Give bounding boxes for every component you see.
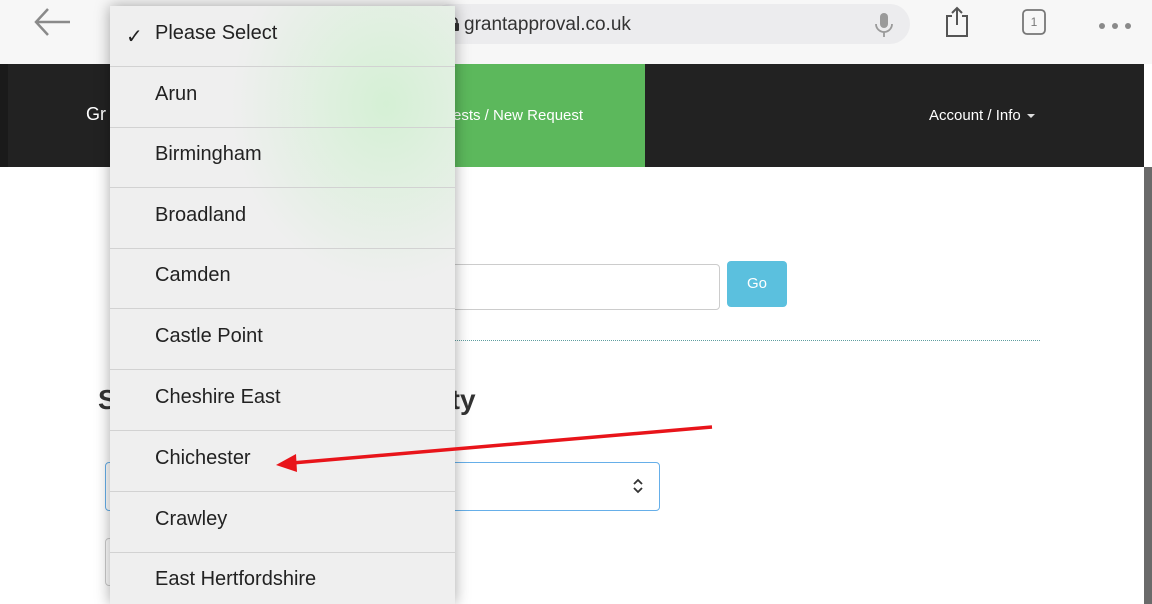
picker-option[interactable]: Birmingham <box>110 127 455 188</box>
authority-picker[interactable]: ✓ Please Select Arun Birmingham Broadlan… <box>110 6 455 604</box>
picker-option-label: Broadland <box>155 204 247 226</box>
picker-option-label: Chichester <box>155 447 251 469</box>
account-menu-label: Account / Info <box>929 107 1021 124</box>
picker-option[interactable]: Castle Point <box>110 309 455 370</box>
nav-item-label: ests / New Request <box>453 107 584 124</box>
search-input[interactable]: c <box>430 264 720 310</box>
picker-option[interactable]: Cheshire East <box>110 370 455 431</box>
picker-option-label: Cheshire East <box>155 386 281 408</box>
tabs-icon[interactable]: 1 <box>1021 8 1047 36</box>
picker-option[interactable]: East Hertfordshire <box>110 552 455 604</box>
picker-option-selected[interactable]: ✓ Please Select <box>110 6 455 67</box>
picker-option-label: Birmingham <box>155 143 262 165</box>
url-text: grantapproval.co.uk <box>464 14 631 35</box>
nav-item-new-request[interactable]: ests / New Request <box>453 64 645 167</box>
brand-name[interactable]: Gr <box>86 104 106 125</box>
picker-option-label: Camden <box>155 264 231 286</box>
picker-option[interactable]: Crawley <box>110 492 455 553</box>
select-chevron-icon <box>632 477 644 495</box>
account-menu[interactable]: Account / Info <box>929 107 1035 124</box>
picker-option-label: Castle Point <box>155 325 263 347</box>
page-edge <box>0 64 8 167</box>
caret-down-icon <box>1026 114 1035 119</box>
picker-option[interactable]: Camden <box>110 248 455 309</box>
divider <box>448 340 1040 341</box>
picker-option-chichester[interactable]: Chichester <box>110 431 455 492</box>
back-arrow-icon[interactable] <box>30 2 74 42</box>
microphone-icon[interactable] <box>873 11 895 39</box>
picker-option-label: Please Select <box>155 22 278 44</box>
picker-option-label: Crawley <box>155 508 228 530</box>
more-icon[interactable] <box>1097 18 1133 29</box>
address-bar[interactable]: grantapproval.co.uk <box>430 4 910 44</box>
picker-option[interactable]: Broadland <box>110 188 455 249</box>
page-edge-right <box>1144 167 1152 604</box>
picker-option-label: Arun <box>155 83 198 105</box>
checkmark-icon: ✓ <box>126 26 143 48</box>
go-button[interactable]: Go <box>727 261 787 307</box>
picker-option-label: East Hertfordshire <box>155 568 317 590</box>
share-icon[interactable] <box>944 6 970 38</box>
tab-count: 1 <box>1030 15 1038 29</box>
picker-option[interactable]: Arun <box>110 67 455 128</box>
